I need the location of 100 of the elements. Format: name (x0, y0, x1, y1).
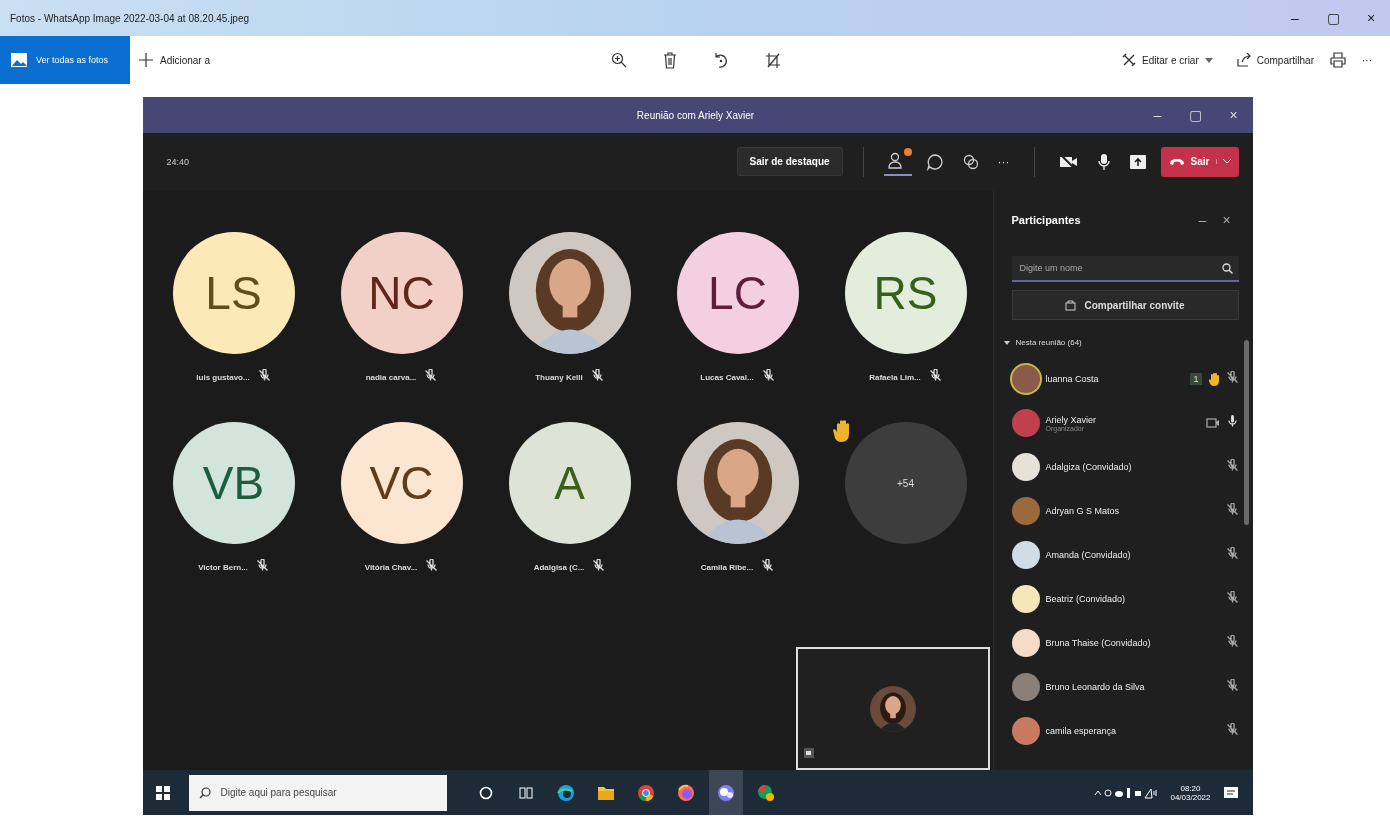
hand-count: 1 (1190, 373, 1202, 385)
linked-circles-icon[interactable] (961, 152, 980, 171)
participant-name[interactable]: Adalgiza (Convidado) (1045, 462, 1220, 472)
window-control[interactable]: ▢ (1314, 9, 1352, 27)
mic-off-icon (928, 369, 942, 382)
participant-name: Camila Ribe... (700, 562, 754, 572)
caret-icon (1204, 57, 1213, 63)
print-icon[interactable] (1330, 52, 1346, 68)
taskbar-search-field[interactable]: Digite aqui para pesquisar (218, 786, 437, 799)
phone-icon (1168, 157, 1185, 166)
delete-icon[interactable] (663, 51, 678, 69)
participant-name[interactable]: Beatriz (Convidado) (1045, 594, 1220, 604)
mic-off-icon (761, 369, 775, 382)
mic-off-icon (255, 559, 269, 572)
clock-time: 08:20 (1180, 783, 1201, 793)
edit-tools-icon (1122, 53, 1137, 67)
search-icon (1221, 262, 1233, 274)
caret-icon (1003, 339, 1010, 346)
add-to-button[interactable]: Adicionar a (130, 48, 219, 72)
raised-hand-icon (1207, 372, 1220, 386)
picture-icon (10, 52, 28, 68)
mic-off-icon (1225, 635, 1239, 648)
participant-name[interactable]: Bruno Leonardo da Silva (1045, 682, 1220, 692)
crop-icon[interactable] (765, 51, 782, 69)
participant-name: Adalgisa (C... (533, 562, 585, 572)
browser-icon[interactable] (556, 783, 575, 802)
chat-app-icon[interactable] (715, 783, 736, 802)
window-control[interactable]: – (1138, 106, 1177, 124)
mic-off-icon (425, 559, 439, 572)
zoom-in-icon[interactable] (611, 51, 628, 68)
participant-name[interactable]: Adryan G S Matos (1045, 506, 1220, 516)
video-icon (1205, 417, 1220, 429)
briefcase-icon (1065, 299, 1077, 311)
window-control[interactable]: × (1214, 106, 1253, 124)
participant-name: Rafaela Lim... (869, 372, 921, 382)
stop-spotlight-button[interactable]: Sair de destaque (736, 147, 843, 176)
avatar-initials: LS (172, 232, 295, 354)
more-button[interactable]: ··· (1354, 50, 1380, 70)
mic-off-icon (1225, 591, 1239, 604)
system-tray-icons[interactable] (1094, 786, 1159, 799)
more-participants-tile[interactable]: +54 (844, 422, 967, 544)
edit-create-button[interactable]: Editar e criar (1114, 49, 1221, 71)
participant-name[interactable]: Bruna Thaise (Convidado) (1045, 638, 1220, 648)
participant-name[interactable]: Ariely Xavier (1045, 414, 1200, 425)
mic-off-icon (1225, 547, 1239, 560)
chat-icon[interactable] (925, 152, 944, 171)
search-box[interactable]: Digite um nome (1011, 256, 1239, 282)
notification-badge (903, 147, 912, 156)
avatar-initials: LC (676, 232, 799, 354)
window-control[interactable]: – (1276, 9, 1314, 27)
windows-start-icon[interactable] (155, 785, 170, 800)
plus-icon (138, 52, 154, 68)
mic-off-icon (1225, 371, 1239, 384)
meeting-timer: 24:40 (166, 156, 191, 167)
notification-icon[interactable] (1222, 784, 1239, 801)
share-screen-icon[interactable] (1128, 153, 1147, 170)
close-button[interactable]: × (1214, 211, 1239, 229)
panel-title: Participantes (1011, 214, 1082, 226)
participant-name[interactable]: luanna Costa (1045, 374, 1185, 384)
meeting-title: Reunião com Ariely Xavier (635, 109, 756, 121)
participant-name[interactable]: Amanda (Convidado) (1045, 550, 1220, 560)
clock-date: 04/03/2022 (1170, 792, 1211, 802)
microphone-icon[interactable] (1096, 152, 1111, 171)
participant-name: Vitória Chav... (364, 562, 418, 572)
share-button[interactable]: Compartilhar (1228, 49, 1322, 71)
window-control[interactable]: × (1352, 9, 1390, 27)
mic-off-icon (1225, 459, 1239, 472)
rotate-icon[interactable] (713, 51, 730, 69)
section-header[interactable]: Nesta reunião (64) (1003, 338, 1082, 347)
participant-name[interactable]: camila esperança (1045, 726, 1220, 736)
folder-icon[interactable] (596, 784, 615, 801)
search-icon (198, 786, 211, 799)
avatar-initials: A (508, 422, 631, 544)
circle-icon[interactable] (478, 785, 493, 800)
mic-off-icon (761, 559, 775, 572)
view-all-photos-button[interactable]: Ver todas as fotos (0, 36, 130, 84)
taskbar-search-box[interactable]: Digite aqui para pesquisar (188, 774, 447, 811)
caret-icon[interactable] (1222, 159, 1231, 164)
app-icon[interactable] (756, 783, 775, 802)
browser-icon[interactable] (636, 783, 655, 802)
mic-off-icon (1225, 723, 1239, 736)
window-title: Fotos - WhatsApp Image 2022-03-04 at 08.20.45.jpeg (10, 12, 251, 24)
leave-button[interactable]: Sair (1160, 146, 1239, 177)
mic-off-icon (1225, 503, 1239, 516)
more-button[interactable]: ··· (993, 150, 1014, 173)
task-view-icon[interactable] (518, 785, 533, 800)
camera-icon (803, 748, 814, 758)
scrollbar[interactable] (1243, 340, 1249, 525)
browser-icon[interactable] (676, 783, 695, 802)
window-control[interactable]: – (1190, 211, 1215, 229)
search-field[interactable]: Digite um nome (1017, 262, 1222, 274)
participant-name: nadia carva... (365, 372, 417, 382)
mic-off-icon (424, 369, 438, 382)
participant-name: Lucas Caval... (700, 372, 754, 382)
participant-name: Victor Bern... (198, 562, 248, 572)
mic-off-icon (1225, 679, 1239, 692)
mic-off-icon (590, 369, 604, 382)
share-invite-button[interactable]: Compartilhar convite (1011, 290, 1239, 320)
window-control[interactable]: ▢ (1176, 106, 1215, 124)
participant-name: Thuany Kelli (535, 372, 583, 382)
